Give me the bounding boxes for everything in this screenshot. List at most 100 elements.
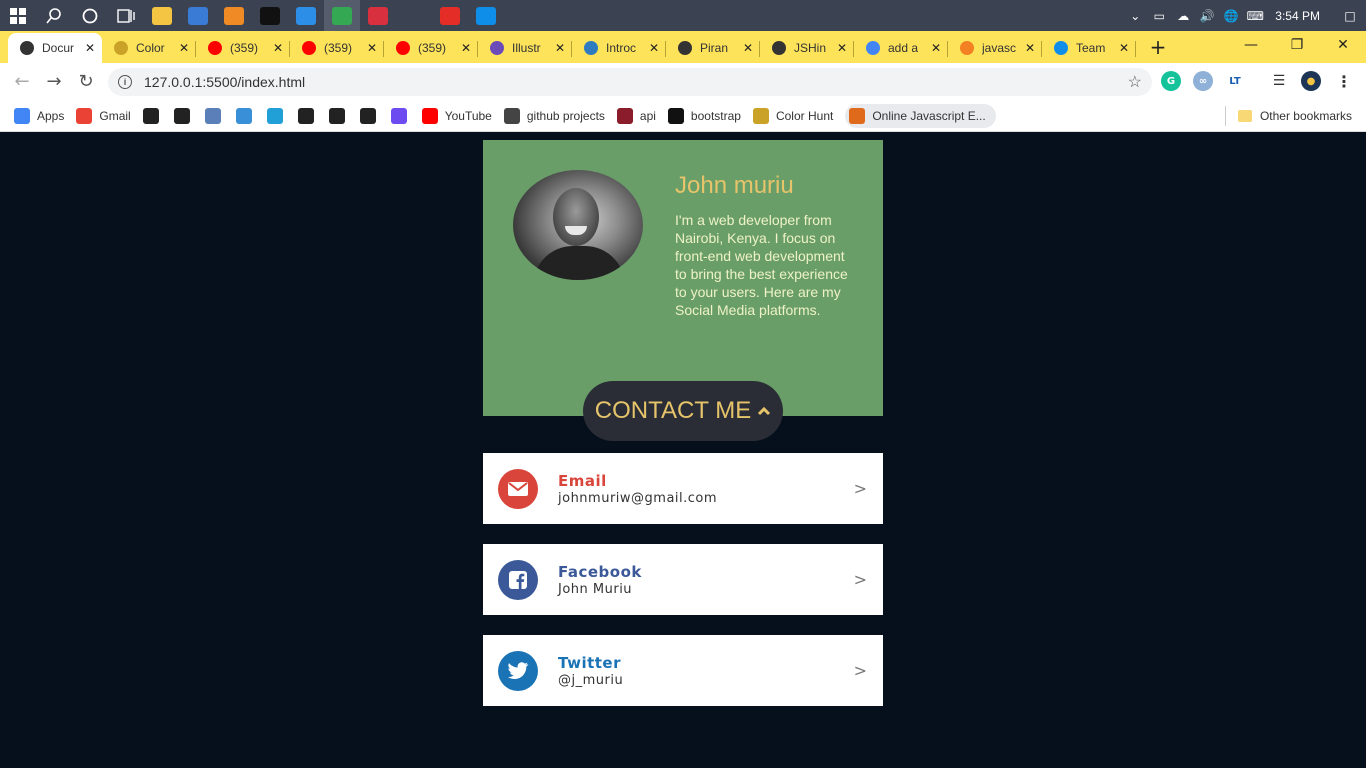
tab-title: (359): [230, 41, 259, 55]
browser-tab[interactable]: Color ✕: [102, 33, 196, 63]
tab-favicon-icon: [20, 41, 34, 55]
contact-title: Facebook: [558, 562, 642, 581]
contact-item-twitter[interactable]: Twitter @j_muriu >: [483, 635, 883, 706]
browser-tab[interactable]: (359) ✕: [290, 33, 384, 63]
tab-close-icon[interactable]: ✕: [648, 41, 660, 55]
browser-tab[interactable]: (359) ✕: [196, 33, 290, 63]
postman-taskbar-icon[interactable]: [360, 0, 396, 31]
file-explorer-taskbar-icon[interactable]: [144, 0, 180, 31]
cmd-taskbar-icon[interactable]: [252, 0, 288, 31]
contact-title: Email: [558, 471, 607, 490]
bookmark-item[interactable]: [359, 104, 383, 128]
contact-me-button[interactable]: CONTACT ME: [583, 381, 783, 441]
forward-button[interactable]: →: [38, 71, 70, 92]
bookmark-item[interactable]: Gmail: [76, 104, 131, 128]
bookmark-icon: [297, 107, 314, 124]
new-tab-button[interactable]: +: [1146, 35, 1170, 59]
battery-icon[interactable]: ▭: [1147, 9, 1171, 23]
bookmark-star-icon[interactable]: ☆: [1128, 72, 1142, 92]
media-control-icon[interactable]: ☰: [1269, 71, 1289, 91]
bookmark-item[interactable]: [235, 104, 259, 128]
bookmark-item[interactable]: YouTube: [421, 104, 492, 128]
minimize-button[interactable]: —: [1228, 31, 1274, 63]
notification-icon[interactable]: □: [1334, 9, 1366, 23]
vlc-taskbar-icon[interactable]: [216, 0, 252, 31]
bookmark-item[interactable]: [142, 104, 166, 128]
tab-close-icon[interactable]: ✕: [1024, 41, 1036, 55]
volume-icon[interactable]: 🔊: [1195, 9, 1219, 23]
teamviewer-taskbar-icon[interactable]: [468, 0, 504, 31]
profile-avatar[interactable]: ●: [1301, 71, 1321, 91]
store-taskbar-icon[interactable]: [180, 0, 216, 31]
tab-close-icon[interactable]: ✕: [178, 41, 190, 55]
cortana-icon[interactable]: [72, 0, 108, 31]
browser-tab[interactable]: (359) ✕: [384, 33, 478, 63]
extension-icon[interactable]: ∞: [1193, 71, 1213, 91]
bookmark-item[interactable]: github projects: [503, 104, 605, 128]
browser-tab[interactable]: javasc ✕: [948, 33, 1042, 63]
keyboard-icon[interactable]: ⌨: [1243, 9, 1267, 23]
tab-close-icon[interactable]: ✕: [272, 41, 284, 55]
browser-tab[interactable]: Docur ✕: [8, 33, 102, 63]
tab-close-icon[interactable]: ✕: [836, 41, 848, 55]
bookmark-item[interactable]: [297, 104, 321, 128]
close-window-button[interactable]: ✕: [1320, 31, 1366, 63]
tab-close-icon[interactable]: ✕: [1118, 41, 1130, 55]
bookmark-item[interactable]: Online Javascript E...: [845, 103, 996, 128]
folder-icon: [1237, 110, 1252, 122]
other-bookmarks-folder[interactable]: Other bookmarks: [1237, 104, 1352, 128]
address-bar[interactable]: i 127.0.0.1:5500/index.html ☆: [108, 68, 1152, 96]
bookmark-item[interactable]: [390, 104, 414, 128]
chrome-taskbar-icon[interactable]: [324, 0, 360, 31]
browser-tab-strip: Docur ✕ Color ✕ (359) ✕ (359) ✕ (359) ✕ Illustr ✕ In…: [0, 31, 1366, 63]
browser-tab[interactable]: add a ✕: [854, 33, 948, 63]
globe-icon[interactable]: 🌐: [1219, 9, 1243, 23]
browser-tab[interactable]: Team ✕: [1042, 33, 1136, 63]
taskbar-clock[interactable]: 3:54 PM: [1275, 9, 1320, 23]
bookmark-item[interactable]: [204, 104, 228, 128]
file-explorer-icon: [152, 6, 172, 25]
bookmark-item[interactable]: [173, 104, 197, 128]
chevron-up-icon[interactable]: ⌄: [1123, 9, 1147, 23]
task-view-icon[interactable]: [108, 0, 144, 31]
browser-toolbar: ← → ↻ i 127.0.0.1:5500/index.html ☆ G ∞ …: [0, 63, 1366, 100]
browser-tab[interactable]: Illustr ✕: [478, 33, 572, 63]
bookmark-item[interactable]: bootstrap: [667, 104, 741, 128]
bookmark-item[interactable]: api: [616, 104, 656, 128]
settings-taskbar-icon[interactable]: [396, 0, 432, 31]
windows-start-icon[interactable]: [0, 0, 36, 31]
tab-close-icon[interactable]: ✕: [742, 41, 754, 55]
site-info-icon[interactable]: i: [118, 75, 132, 89]
bookmark-icon: [235, 107, 252, 124]
tab-close-icon[interactable]: ✕: [930, 41, 942, 55]
extension-lt-icon[interactable]: LT: [1225, 71, 1245, 91]
back-button[interactable]: ←: [6, 71, 38, 92]
url-text[interactable]: 127.0.0.1:5500/index.html: [144, 74, 1128, 90]
tab-title: Docur: [42, 41, 75, 55]
shield-icon: [266, 107, 283, 124]
cloud-icon[interactable]: ☁: [1171, 9, 1195, 23]
bookmark-item[interactable]: [266, 104, 290, 128]
tab-close-icon[interactable]: ✕: [84, 41, 96, 55]
reload-button[interactable]: ↻: [70, 71, 102, 92]
browser-tab[interactable]: JSHin ✕: [760, 33, 854, 63]
menu-icon[interactable]: ⋮: [1334, 71, 1354, 91]
window-controls: — ❐ ✕: [1228, 31, 1366, 63]
bookmark-item[interactable]: Apps: [14, 104, 64, 128]
bookmark-item[interactable]: [328, 104, 352, 128]
gmail-icon: [76, 107, 93, 124]
youtube-music-taskbar-icon[interactable]: [432, 0, 468, 31]
contact-item-facebook[interactable]: Facebook John Muriu >: [483, 544, 883, 615]
tab-favicon-icon: [114, 41, 128, 55]
maximize-button[interactable]: ❐: [1274, 31, 1320, 63]
browser-tab[interactable]: Introc ✕: [572, 33, 666, 63]
search-icon[interactable]: [36, 0, 72, 31]
tab-close-icon[interactable]: ✕: [460, 41, 472, 55]
vscode-taskbar-icon[interactable]: [288, 0, 324, 31]
contact-item-email[interactable]: Email johnmuriw@gmail.com >: [483, 453, 883, 524]
tab-close-icon[interactable]: ✕: [366, 41, 378, 55]
bookmark-item[interactable]: Color Hunt: [752, 104, 833, 128]
tab-close-icon[interactable]: ✕: [554, 41, 566, 55]
browser-tab[interactable]: Piran ✕: [666, 33, 760, 63]
grammarly-extension-icon[interactable]: G: [1161, 71, 1181, 91]
